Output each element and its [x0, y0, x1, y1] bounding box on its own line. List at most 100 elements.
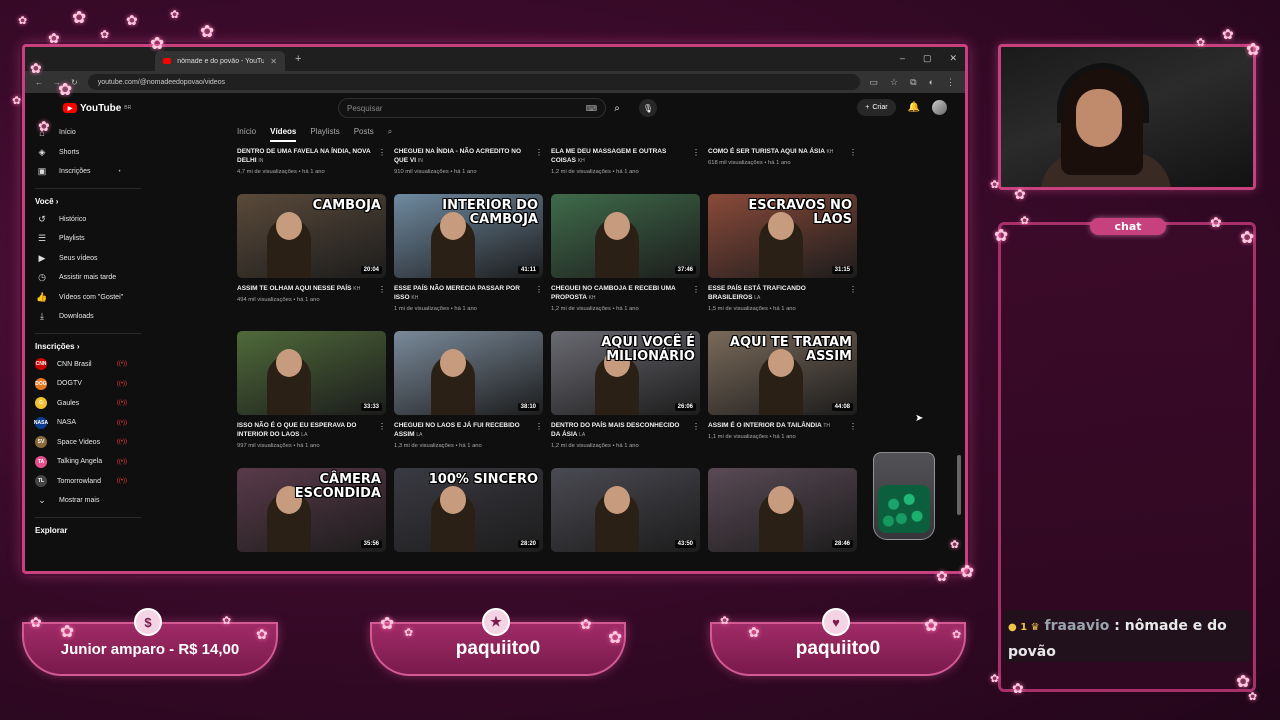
video-thumbnail[interactable]: CÂMERA ESCONDIDA 35:56	[237, 468, 386, 552]
video-title[interactable]: DENTRO DE UMA FAVELA NA ÍNDIA, NOVA DELH…	[237, 147, 386, 166]
sidebar-you-item-5[interactable]: ⤓ Downloads	[35, 307, 141, 327]
video-card-info[interactable]: ASSIM É O INTERIOR DA TAILÂNDIA TH 1,1 m…	[708, 421, 857, 468]
blossom-icon: ✿	[936, 568, 948, 584]
extensions-icon[interactable]: ⧉	[910, 77, 916, 88]
page-scrollbar[interactable]	[957, 455, 961, 515]
you-heading[interactable]: Você ›	[35, 187, 141, 210]
sidebar-item-2[interactable]: ▣ Inscrições •	[35, 162, 141, 182]
profile-icon[interactable]: ◐	[929, 77, 934, 88]
video-thumbnail[interactable]: INTERIOR DO CAMBOJA 41:11	[394, 194, 543, 278]
video-title[interactable]: COMO É SER TURISTA AQUI NA ÁSIA KH	[708, 147, 857, 157]
video-thumbnail[interactable]: 38:10	[394, 331, 543, 415]
more-options-icon[interactable]: ⋮	[692, 422, 700, 431]
subscription-item[interactable]: NASA NASA ((•))	[34, 413, 141, 433]
subscription-item[interactable]: TA Talking Angela ((•))	[35, 452, 141, 472]
sidebar-you-item-4[interactable]: 👍 Vídeos com "Gostei"	[35, 288, 141, 308]
minimize-button[interactable]: –	[900, 53, 905, 64]
more-options-icon[interactable]: ⋮	[378, 285, 386, 294]
subscription-item[interactable]: SV Space Videos ((•))	[35, 433, 141, 453]
keyboard-icon[interactable]: ⌨	[585, 104, 597, 113]
sidebar-you-item-3[interactable]: ◷ Assistir mais tarde	[35, 268, 141, 288]
more-options-icon[interactable]: ⋮	[535, 148, 543, 157]
playlists-icon: ☰	[37, 233, 47, 244]
close-window-button[interactable]: ✕	[949, 53, 957, 64]
video-card-info[interactable]: CHEGUEI NA ÍNDIA - NÃO ACREDITO NO QUE V…	[394, 147, 543, 194]
tab-3[interactable]: Posts	[354, 127, 374, 142]
video-card-info[interactable]: ASSIM TE OLHAM AQUI NESSE PAÍS KH 494 mi…	[237, 284, 386, 331]
sidebar-item-1[interactable]: ◈ Shorts	[35, 143, 141, 163]
more-options-icon[interactable]: ⋮	[692, 285, 700, 294]
video-title[interactable]: ASSIM É O INTERIOR DA TAILÂNDIA TH	[708, 421, 857, 431]
video-card-info[interactable]: CHEGUEI NO CAMBOJA E RECEBI UMA PROPOSTA…	[551, 284, 700, 331]
video-title[interactable]: ESSE PAÍS NÃO MERECIA PASSAR POR ISSO KH	[394, 284, 543, 303]
subscription-item[interactable]: G Gaules ((•))	[35, 394, 141, 414]
more-options-icon[interactable]: ⋮	[849, 285, 857, 294]
subscriptions-heading[interactable]: Inscrições ›	[35, 332, 141, 355]
video-thumbnail[interactable]: 37:46	[551, 194, 700, 278]
tab-2[interactable]: Playlists	[310, 127, 339, 142]
video-title[interactable]: ESSE PAÍS ESTÁ TRAFICANDO BRASILEIROS LA	[708, 284, 857, 303]
youtube-header: ▶ YouTube BR Pesquisar ⌨ ⌕ 🎙 + Criar 🔔	[25, 93, 965, 123]
video-card-info[interactable]: COMO É SER TURISTA AQUI NA ÁSIA KH 618 m…	[708, 147, 857, 194]
video-thumbnail[interactable]: AQUI VOCÊ É MILIONÁRIO 26:06	[551, 331, 700, 415]
video-title[interactable]: ISSO NÃO É O QUE EU ESPERAVA DO INTERIOR…	[237, 421, 386, 440]
more-options-icon[interactable]: ⋮	[849, 148, 857, 157]
video-thumbnail[interactable]: 33:33	[237, 331, 386, 415]
tab-0[interactable]: Início	[237, 127, 256, 142]
browser-menu-icon[interactable]: ⋮	[946, 77, 955, 88]
video-card-info[interactable]: ESSE PAÍS ESTÁ TRAFICANDO BRASILEIROS LA…	[708, 284, 857, 331]
video-title[interactable]: ELA ME DEU MASSAGEM E OUTRAS COISAS KH	[551, 147, 700, 166]
subscription-item[interactable]: TL Tomorrowland ((•))	[35, 472, 141, 492]
video-title[interactable]: DENTRO DO PAÍS MAIS DESCONHECIDO DA ÁSIA…	[551, 421, 700, 440]
show-more-button[interactable]: ⌄ Mostrar mais	[35, 491, 141, 511]
video-thumbnail[interactable]: AQUI TE TRATAM ASSIM 44:08	[708, 331, 857, 415]
subscription-item[interactable]: CNN CNN Brasil ((•))	[35, 355, 141, 375]
bookmark-star-icon[interactable]: ☆	[890, 77, 898, 88]
blossom-icon: ✿	[1236, 672, 1251, 691]
video-title[interactable]: ASSIM TE OLHAM AQUI NESSE PAÍS KH	[237, 284, 386, 294]
more-options-icon[interactable]: ⋮	[849, 422, 857, 431]
watch-later-icon: ◷	[38, 272, 46, 283]
close-tab-icon[interactable]: ✕	[270, 57, 277, 66]
more-options-icon[interactable]: ⋮	[535, 285, 543, 294]
more-options-icon[interactable]: ⋮	[378, 422, 386, 431]
video-card-info[interactable]: DENTRO DO PAÍS MAIS DESCONHECIDO DA ÁSIA…	[551, 421, 700, 468]
sidebar-you-item-1[interactable]: ☰ Playlists	[35, 229, 141, 249]
channel-search-icon[interactable]: ⌕	[388, 127, 392, 142]
video-card-info[interactable]: DENTRO DE UMA FAVELA NA ÍNDIA, NOVA DELH…	[237, 147, 386, 194]
search-input[interactable]: Pesquisar ⌨	[338, 98, 606, 118]
video-card-info[interactable]: ESSE PAÍS NÃO MERECIA PASSAR POR ISSO KH…	[394, 284, 543, 331]
sidebar-you-item-2[interactable]: ▶ Seus vídeos	[35, 249, 141, 269]
video-thumbnail[interactable]: 28:46	[708, 468, 857, 552]
video-thumbnail[interactable]: 43:50	[551, 468, 700, 552]
new-tab-button[interactable]: +	[295, 53, 301, 65]
browser-tab[interactable]: nômade e do povão - YouTube ✕	[155, 51, 285, 71]
more-options-icon[interactable]: ⋮	[535, 422, 543, 431]
video-thumbnail[interactable]: ESCRAVOS NO LAOS 31:15	[708, 194, 857, 278]
more-options-icon[interactable]: ⋮	[378, 148, 386, 157]
more-options-icon[interactable]: ⋮	[692, 148, 700, 157]
subscription-item[interactable]: DOG DOGTV ((•))	[35, 374, 141, 394]
url-field[interactable]: youtube.com/@nomadeedopovao/videos	[87, 74, 860, 90]
video-title[interactable]: CHEGUEI NO LAOS E JÁ FUI RECEBIDO ASSIM …	[394, 421, 543, 440]
video-card-info[interactable]: ISSO NÃO É O QUE EU ESPERAVA DO INTERIOR…	[237, 421, 386, 468]
back-icon[interactable]: ←	[35, 78, 43, 87]
youtube-logo[interactable]: ▶ YouTube BR	[63, 103, 131, 114]
video-thumbnail[interactable]: CAMBOJA 20:04	[237, 194, 386, 278]
video-card-info[interactable]: CHEGUEI NO LAOS E JÁ FUI RECEBIDO ASSIM …	[394, 421, 543, 468]
tab-1[interactable]: Vídeos	[270, 127, 297, 142]
search-button[interactable]: ⌕	[606, 98, 628, 118]
create-button[interactable]: + Criar	[857, 99, 896, 116]
account-avatar[interactable]	[932, 100, 947, 115]
video-title[interactable]: CHEGUEI NA ÍNDIA - NÃO ACREDITO NO QUE V…	[394, 147, 543, 166]
video-card-info[interactable]: ELA ME DEU MASSAGEM E OUTRAS COISAS KH 1…	[551, 147, 700, 194]
notifications-bell-icon[interactable]: 🔔	[908, 102, 920, 113]
video-title[interactable]: CHEGUEI NO CAMBOJA E RECEBI UMA PROPOSTA…	[551, 284, 700, 303]
sidebar-you-item-0[interactable]: ↺ Histórico	[35, 210, 141, 230]
blossom-icon: ✿	[48, 30, 60, 46]
voice-search-button[interactable]: 🎙	[639, 99, 657, 117]
maximize-button[interactable]: ▢	[923, 53, 932, 64]
cast-icon[interactable]: ▭	[870, 77, 879, 88]
sidebar-item-0[interactable]: ⌂ Início	[35, 123, 141, 143]
video-thumbnail[interactable]: 100% SINCERO 28:20	[394, 468, 543, 552]
